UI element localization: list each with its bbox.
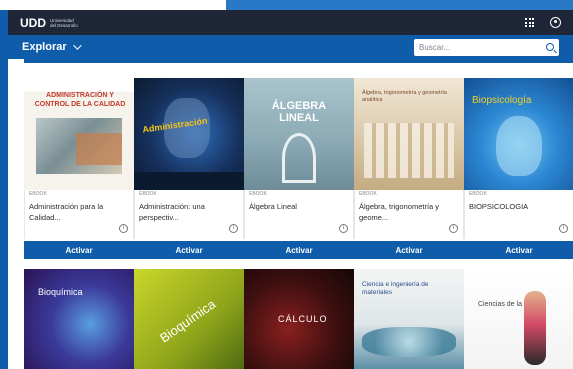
book-title[interactable]: Álgebra, trigonometría y geome... (359, 201, 455, 223)
top-strip-accent (226, 0, 573, 10)
book-meta: EBOOK Administración para la Calidad... … (24, 190, 134, 239)
cover-title: Ciencias de la salud (478, 301, 541, 308)
activate-button[interactable]: Activar (464, 241, 573, 259)
previous-row-button-edge (244, 58, 354, 63)
explore-menu-button[interactable]: Explorar (22, 41, 82, 53)
book-grid: ADMINISTRACIÓN Y CONTROL DE LA CALIDAD E… (8, 58, 573, 369)
apps-grid-icon[interactable] (525, 18, 534, 27)
cover-title: Álgebra, trigonometría y geometría analí… (362, 90, 447, 103)
book-cover[interactable]: Bioquímica (24, 269, 134, 369)
book-title[interactable]: Álgebra Lineal (249, 201, 345, 212)
book-cover[interactable]: Administración (134, 78, 244, 190)
book-meta: EBOOK Administración: una perspectiv... … (134, 190, 244, 239)
book-title[interactable]: BIOPSICOLOGIA (469, 201, 565, 212)
previous-row-button-edge (354, 58, 464, 63)
book-tag: EBOOK (139, 191, 157, 197)
activate-button[interactable]: Activar (134, 241, 244, 259)
top-bar-actions (525, 17, 561, 28)
logo-text: Universidad del Desarrollo (50, 18, 78, 28)
info-icon[interactable]: i (119, 224, 128, 233)
book-cover[interactable]: Bioquímica (134, 269, 244, 369)
cover-title: Ciencia e ingeniería de materiales (362, 281, 429, 296)
book-meta: EBOOK Álgebra, trigonometría y geome... … (354, 190, 464, 239)
book-meta: EBOOK BIOPSICOLOGIA i (464, 190, 573, 239)
book-tag: EBOOK (359, 191, 377, 197)
info-icon[interactable]: i (449, 224, 458, 233)
info-icon[interactable]: i (559, 224, 568, 233)
book-cover[interactable]: Álgebra, trigonometría y geometría analí… (354, 78, 464, 190)
search-icon[interactable] (546, 43, 554, 51)
activate-button[interactable]: Activar (244, 241, 354, 259)
book-cover[interactable]: CÁLCULO (244, 269, 354, 369)
chevron-down-icon (72, 41, 82, 50)
previous-row-button-edge (24, 58, 134, 63)
cover-title: ADMINISTRACIÓN Y CONTROL DE LA CALIDAD (34, 92, 126, 108)
book-cover[interactable]: Biopsicología (464, 78, 573, 190)
activate-button[interactable]: Activar (24, 241, 134, 259)
cover-title: ÁLGEBRA LINEAL (271, 100, 327, 124)
book-title[interactable]: Administración: una perspectiv... (139, 201, 235, 223)
search-input[interactable] (419, 42, 546, 52)
search-box (414, 38, 559, 56)
book-tag: EBOOK (249, 191, 267, 197)
book-tag: EBOOK (469, 191, 487, 197)
logo-line-2: del Desarrollo (50, 22, 78, 28)
nav-bar: Explorar (8, 35, 573, 59)
info-icon[interactable]: i (229, 224, 238, 233)
previous-row-button-edge (464, 58, 573, 63)
app-frame: UDD Universidad del Desarrollo Explorar (0, 0, 573, 369)
book-tag: EBOOK (29, 191, 47, 197)
previous-row-button-edge (134, 58, 244, 63)
cover-title: Biopsicología (472, 95, 532, 106)
book-cover[interactable]: ÁLGEBRA LINEAL (244, 78, 354, 190)
book-meta: EBOOK Álgebra Lineal i (244, 190, 354, 239)
info-icon[interactable]: i (339, 224, 348, 233)
cover-title: Bioquímica (38, 287, 83, 297)
udd-logo[interactable]: UDD Universidad del Desarrollo (20, 16, 78, 30)
top-bar: UDD Universidad del Desarrollo (8, 10, 573, 35)
book-cover[interactable]: Ciencia e ingeniería de materiales (354, 269, 464, 369)
logo-mark: UDD (20, 15, 46, 30)
book-cover[interactable]: ADMINISTRACIÓN Y CONTROL DE LA CALIDAD (24, 78, 134, 190)
activate-button[interactable]: Activar (354, 241, 464, 259)
book-cover[interactable]: Ciencias de la salud (464, 269, 573, 369)
user-account-icon[interactable] (550, 17, 561, 28)
explore-label: Explorar (22, 41, 67, 53)
cover-title: CÁLCULO (278, 314, 328, 324)
book-title[interactable]: Administración para la Calidad... (29, 201, 125, 223)
